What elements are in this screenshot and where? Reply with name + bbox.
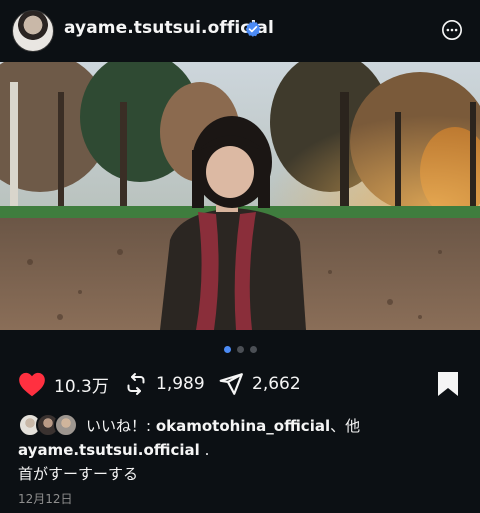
avatar[interactable]	[12, 10, 54, 52]
photo-scene	[0, 62, 480, 330]
carousel-dot	[250, 346, 257, 353]
post-date: 12月12日	[18, 492, 73, 506]
repost-count: 1,989	[156, 374, 205, 394]
send-icon	[219, 373, 243, 395]
liked-by-suffix[interactable]: 、他	[330, 417, 360, 435]
caption-username[interactable]: ayame.tsutsui.official	[18, 441, 200, 459]
verified-badge-icon	[245, 21, 261, 37]
username[interactable]: ayame.tsutsui.official	[64, 18, 274, 38]
liked-by-text: いいね！: okamotohina_official、他	[86, 415, 360, 436]
repost-button[interactable]: 1,989	[124, 366, 205, 402]
liked-by-row: いいね！: okamotohina_official、他	[18, 413, 360, 437]
liked-by-user[interactable]: okamotohina_official	[156, 417, 330, 435]
like-button[interactable]: 10.3万	[18, 366, 109, 402]
post-header: ayame.tsutsui.official	[0, 0, 480, 62]
share-count: 2,662	[252, 374, 301, 394]
liker-avatar[interactable]	[54, 413, 78, 437]
liked-by-prefix: いいね！:	[86, 416, 156, 435]
carousel-indicator	[224, 346, 258, 354]
carousel-dot	[224, 346, 231, 353]
post-photo[interactable]	[0, 62, 480, 330]
share-button[interactable]: 2,662	[218, 366, 301, 402]
bookmark-icon[interactable]	[436, 371, 460, 397]
caption-header: ayame.tsutsui.official .	[18, 441, 209, 459]
repost-icon	[127, 373, 145, 395]
more-options-icon[interactable]	[441, 19, 463, 41]
carousel-dot	[237, 346, 244, 353]
like-count: 10.3万	[54, 376, 109, 397]
heart-icon	[19, 372, 45, 397]
caption-text: 首がすーすーする	[18, 465, 139, 483]
action-bar: 10.3万 1,989 2,662	[0, 366, 480, 402]
caption-trailing: .	[199, 441, 210, 459]
